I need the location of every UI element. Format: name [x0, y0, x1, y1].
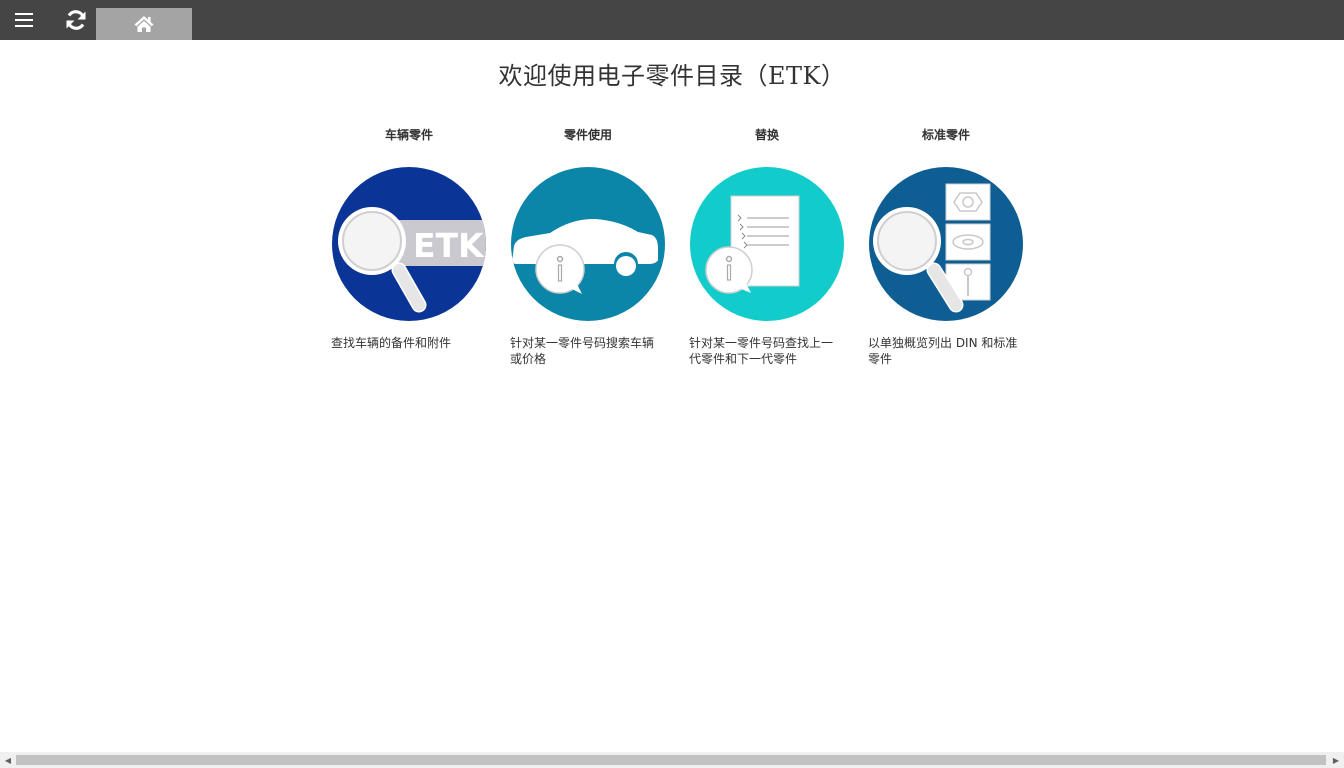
magnifier-etk-icon: ETK	[332, 167, 486, 321]
etk-label: ETK	[413, 226, 485, 265]
page-title: 欢迎使用电子零件目录（ETK）	[498, 62, 846, 90]
refresh-button[interactable]	[53, 0, 99, 40]
hamburger-menu-icon	[15, 13, 33, 27]
home-tab[interactable]	[96, 8, 192, 40]
menu-button[interactable]	[0, 0, 48, 40]
tile-description: 以单独概览列出 DIN 和标准零件	[868, 336, 1018, 366]
scroll-left-arrow-icon[interactable]: ◀	[0, 752, 16, 768]
document-info-icon	[690, 167, 844, 321]
scrollbar-thumb[interactable]	[16, 755, 1326, 765]
car-info-icon	[511, 167, 665, 321]
tile-description: 查找车辆的备件和附件	[331, 336, 452, 350]
refresh-icon	[66, 10, 86, 30]
tile-heading: 替换	[754, 128, 779, 142]
tile-description: 针对某一零件号码查找上一代零件和下一代零件	[689, 336, 834, 366]
tile-description: 针对某一零件号码搜索车辆或价格	[510, 336, 655, 366]
scroll-right-arrow-icon[interactable]: ▶	[1328, 752, 1344, 768]
horizontal-scrollbar[interactable]: ◀ ▶	[0, 752, 1344, 768]
tile-heading: 标准零件	[921, 128, 970, 142]
tile-heading: 零件使用	[563, 128, 612, 142]
home-icon	[134, 16, 154, 32]
tile-heading: 车辆零件	[384, 128, 433, 142]
magnifier-standard-parts-icon	[869, 167, 1023, 321]
top-toolbar	[0, 0, 1344, 40]
